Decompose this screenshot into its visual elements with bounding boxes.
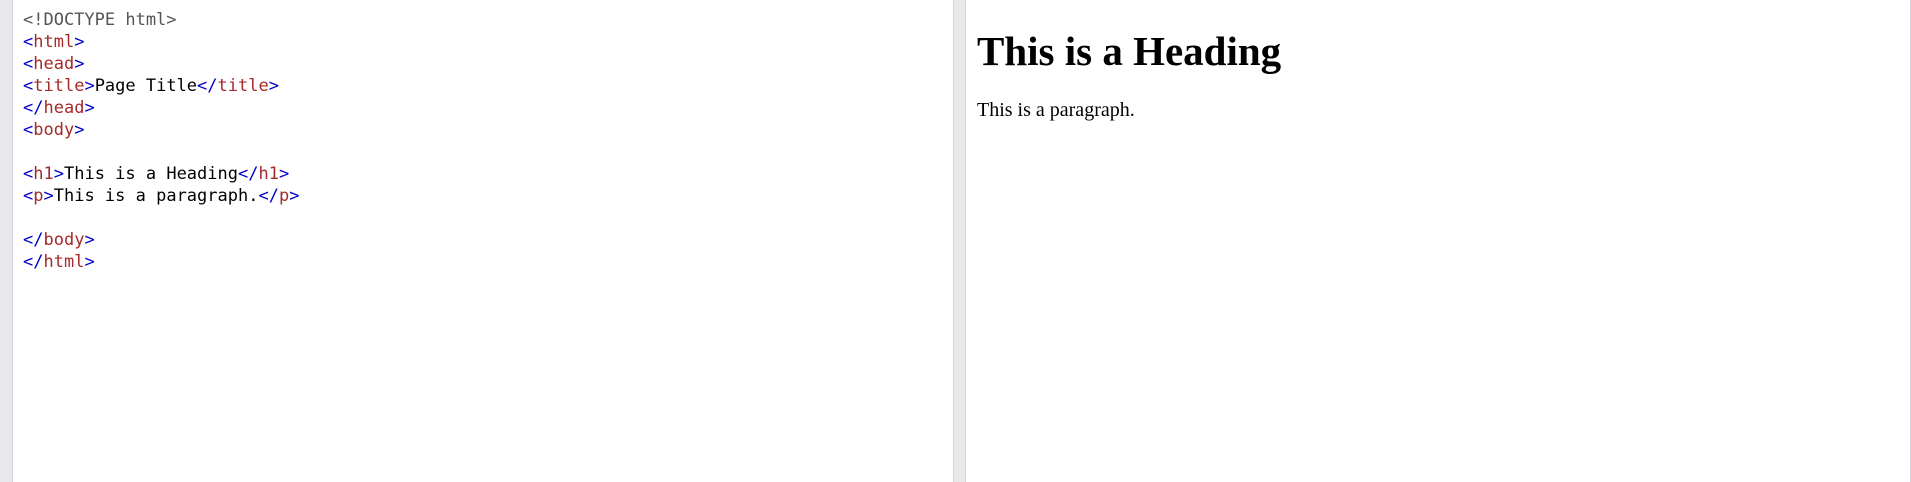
code-token-bracket: > bbox=[74, 54, 85, 74]
code-token-bracket: </ bbox=[197, 76, 218, 96]
code-line: <h1>This is a Heading</h1> bbox=[23, 163, 299, 185]
code-token-bracket: > bbox=[289, 186, 300, 206]
code-token-bracket: > bbox=[84, 76, 95, 96]
pane-resize-handle[interactable] bbox=[954, 0, 965, 482]
code-token-bracket: < bbox=[23, 186, 34, 206]
code-token-tag: title bbox=[217, 76, 269, 96]
code-token-tag: h1 bbox=[258, 164, 279, 184]
code-token-bracket: > bbox=[84, 230, 95, 250]
code-token-tag: body bbox=[33, 120, 75, 140]
code-line: </head> bbox=[23, 97, 299, 119]
code-token-bracket: </ bbox=[23, 98, 44, 118]
code-line: <html> bbox=[23, 31, 299, 53]
code-token-bracket: < bbox=[23, 120, 34, 140]
code-token-tag: html bbox=[33, 32, 75, 52]
code-token-bracket: > bbox=[74, 32, 85, 52]
code-line: <head> bbox=[23, 53, 299, 75]
code-token-text: This is a Heading bbox=[63, 164, 238, 184]
code-token-tag: p bbox=[33, 186, 44, 206]
code-editor-pane[interactable]: <!DOCTYPE html> <html> <head> <title>Page T… bbox=[12, 0, 954, 482]
code-token-bracket: < bbox=[23, 32, 34, 52]
code-token-tag: h1 bbox=[33, 164, 54, 184]
code-editor-app: <!DOCTYPE html> <html> <head> <title>Page T… bbox=[0, 0, 1911, 482]
code-token-tag: p bbox=[278, 186, 290, 206]
code-token-bracket: > bbox=[84, 98, 95, 118]
code-token-tag: body bbox=[43, 230, 85, 250]
code-token-text: This is a paragraph. bbox=[53, 186, 259, 206]
code-token-tag: head bbox=[33, 54, 75, 74]
code-token-tag: title bbox=[33, 76, 85, 96]
code-token-bracket: </ bbox=[237, 164, 259, 184]
code-editor[interactable]: <!DOCTYPE html> <html> <head> <title>Page T… bbox=[23, 9, 299, 273]
code-token-bracket: > bbox=[84, 252, 95, 272]
code-token-bracket: > bbox=[268, 76, 279, 96]
code-line: </html> bbox=[23, 251, 299, 273]
code-token-doctype: <!DOCTYPE html> bbox=[23, 10, 177, 30]
code-line: <!DOCTYPE html> bbox=[23, 9, 299, 31]
result-document: This is a Heading This is a paragraph. bbox=[977, 0, 1910, 122]
code-token-bracket: < bbox=[23, 54, 34, 74]
code-token-bracket: </ bbox=[258, 186, 279, 206]
code-token-bracket: </ bbox=[23, 230, 44, 250]
result-preview-pane: This is a Heading This is a paragraph. bbox=[965, 0, 1911, 482]
code-token-bracket: > bbox=[53, 164, 64, 184]
code-token-text: Page Title bbox=[94, 76, 198, 96]
code-line: <body> bbox=[23, 119, 299, 141]
code-line: </body> bbox=[23, 229, 299, 251]
code-token-bracket: > bbox=[278, 164, 290, 184]
code-token-bracket: < bbox=[23, 164, 34, 184]
code-line: <title>Page Title</title> bbox=[23, 75, 299, 97]
code-line: <p>This is a paragraph.</p> bbox=[23, 185, 299, 207]
code-token-bracket: </ bbox=[23, 252, 44, 272]
result-paragraph: This is a paragraph. bbox=[977, 99, 1135, 121]
result-heading: This is a Heading bbox=[977, 28, 1282, 74]
code-token-tag: html bbox=[43, 252, 85, 272]
code-token-bracket: < bbox=[23, 76, 34, 96]
code-token-bracket: > bbox=[74, 120, 85, 140]
code-token-bracket: > bbox=[43, 186, 54, 206]
code-token-tag: head bbox=[43, 98, 85, 118]
